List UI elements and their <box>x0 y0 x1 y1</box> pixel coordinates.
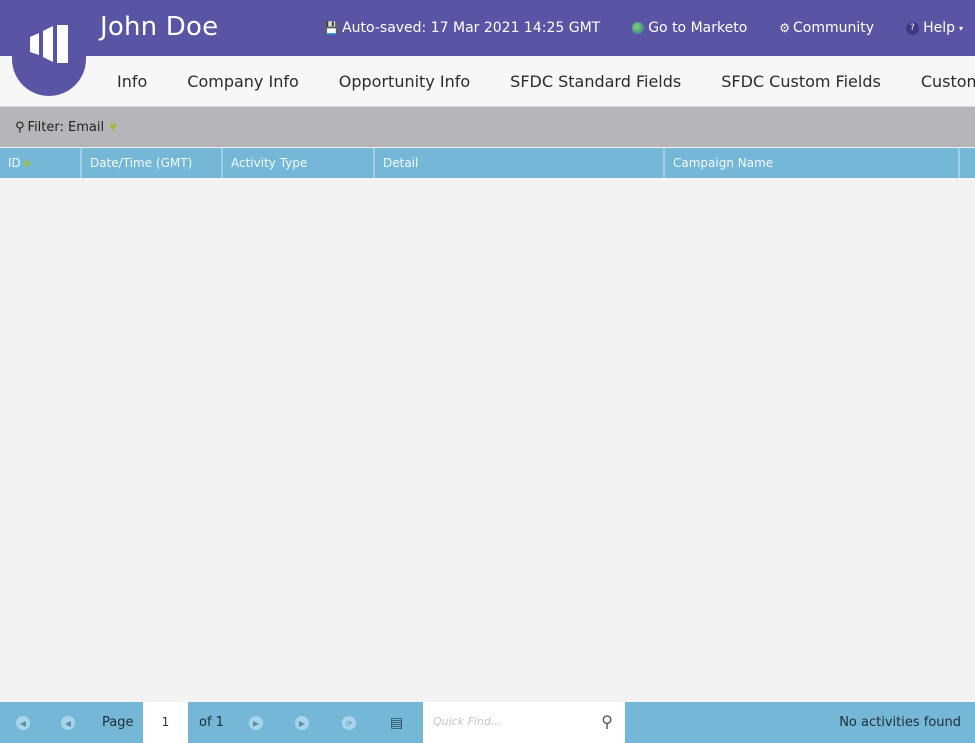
next-page-button[interactable]: ▶ <box>249 716 263 730</box>
page-title: John Doe <box>100 12 219 42</box>
save-icon: 💾 <box>324 21 340 35</box>
tabs-bar: Info Company Info Opportunity Info SFDC … <box>0 56 975 107</box>
chevron-down-icon: ▾ <box>958 23 963 33</box>
auto-saved-status: 💾 Auto-saved: 17 Mar 2021 14:25 GMT <box>324 20 601 36</box>
refresh-button[interactable]: ⟳ <box>342 716 356 730</box>
tab-sfdc-custom-fields[interactable]: SFDC Custom Fields <box>721 72 881 91</box>
last-page-button[interactable]: ▶ <box>295 716 309 730</box>
top-links: 💾 Auto-saved: 17 Mar 2021 14:25 GMT Go t… <box>324 0 975 56</box>
column-header-campaign-name[interactable]: Campaign Name <box>665 148 960 178</box>
column-header-activity-type[interactable]: Activity Type <box>223 148 375 178</box>
top-bar: John Doe 💾 Auto-saved: 17 Mar 2021 14:25… <box>0 0 975 56</box>
tab-info[interactable]: Info <box>117 72 147 91</box>
search-icon[interactable]: ⚲ <box>601 712 613 731</box>
filter-icon: ⚲ <box>15 119 25 135</box>
tab-sfdc-standard-fields[interactable]: SFDC Standard Fields <box>510 72 681 91</box>
activity-table-body <box>0 178 975 702</box>
table-header: ID ▼ Date/Time (GMT) Activity Type Detail… <box>0 148 975 178</box>
column-header-extra <box>960 148 975 178</box>
help-link[interactable]: ? Help ▾ <box>906 20 963 36</box>
community-icon: ⚙ <box>779 21 791 35</box>
previous-page-button[interactable]: ◀ <box>61 716 75 730</box>
export-icon[interactable]: ▤ <box>390 715 403 731</box>
tab-custom-objects[interactable]: Custom Ob <box>921 72 975 91</box>
tab-company-info[interactable]: Company Info <box>187 72 298 91</box>
page-count-label: of 1 <box>199 715 224 730</box>
go-to-marketo-link[interactable]: Go to Marketo <box>632 20 747 36</box>
quick-find: ⚲ <box>423 702 625 743</box>
column-header-detail[interactable]: Detail <box>375 148 665 178</box>
column-header-datetime[interactable]: Date/Time (GMT) <box>82 148 223 178</box>
page-label: Page <box>102 715 134 730</box>
status-text: No activities found <box>839 715 961 730</box>
sort-icon: ▼ <box>23 160 31 170</box>
dropdown-arrow-icon: ▼ <box>109 121 117 133</box>
quick-find-input[interactable] <box>431 714 585 729</box>
globe-icon <box>632 22 645 34</box>
help-icon: ? <box>906 21 920 35</box>
filter-bar: ⚲ Filter: Email ▼ <box>0 107 975 147</box>
filter-button[interactable]: ⚲ Filter: Email ▼ <box>15 120 117 135</box>
community-link[interactable]: ⚙ Community <box>779 20 874 36</box>
tab-opportunity-info[interactable]: Opportunity Info <box>339 72 470 91</box>
pagination-bar: ◀ ◀ Page 1 of 1 ▶ ▶ ⟳ ▤ ⚲ No activities … <box>0 702 975 743</box>
marketo-logo-icon <box>30 25 68 63</box>
first-page-button[interactable]: ◀ <box>16 716 30 730</box>
marketo-logo[interactable] <box>12 0 86 96</box>
page-number-input[interactable]: 1 <box>143 702 188 743</box>
column-header-id[interactable]: ID ▼ <box>0 148 82 178</box>
